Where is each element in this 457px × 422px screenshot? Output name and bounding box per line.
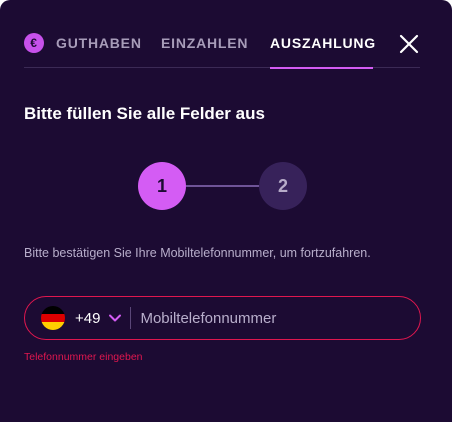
phone-field: +49 (24, 296, 421, 340)
close-button[interactable] (398, 33, 420, 55)
phone-number-input[interactable] (131, 297, 420, 339)
close-icon (399, 34, 419, 54)
tab-einzahlen[interactable]: EINZAHLEN (161, 28, 248, 68)
tab-guthaben[interactable]: € GUTHABEN (24, 28, 142, 68)
euro-icon: € (24, 33, 44, 53)
germany-flag-icon (41, 306, 65, 330)
tab-bar: € GUTHABEN EINZAHLEN AUSZAHLUNG (24, 28, 420, 69)
step-2: 2 (259, 162, 307, 210)
step-connector (186, 185, 259, 187)
tab-auszahlung[interactable]: AUSZAHLUNG (270, 28, 376, 69)
chevron-down-icon (109, 314, 122, 322)
tab-guthaben-label: GUTHABEN (56, 35, 142, 51)
error-message: Telefonnummer eingeben (24, 351, 143, 363)
country-code: +49 (75, 309, 101, 327)
country-code-selector[interactable]: +49 (25, 297, 122, 339)
stepper: 1 2 (138, 162, 308, 210)
tab-auszahlung-label: AUSZAHLUNG (270, 35, 376, 51)
form-heading: Bitte füllen Sie alle Felder aus (24, 104, 265, 123)
withdrawal-panel: € GUTHABEN EINZAHLEN AUSZAHLUNG Bitte fü… (0, 0, 452, 422)
tab-einzahlen-label: EINZAHLEN (161, 35, 249, 51)
info-text: Bitte bestätigen Sie Ihre Mobiltelefonnu… (24, 246, 371, 260)
step-1: 1 (138, 162, 186, 210)
